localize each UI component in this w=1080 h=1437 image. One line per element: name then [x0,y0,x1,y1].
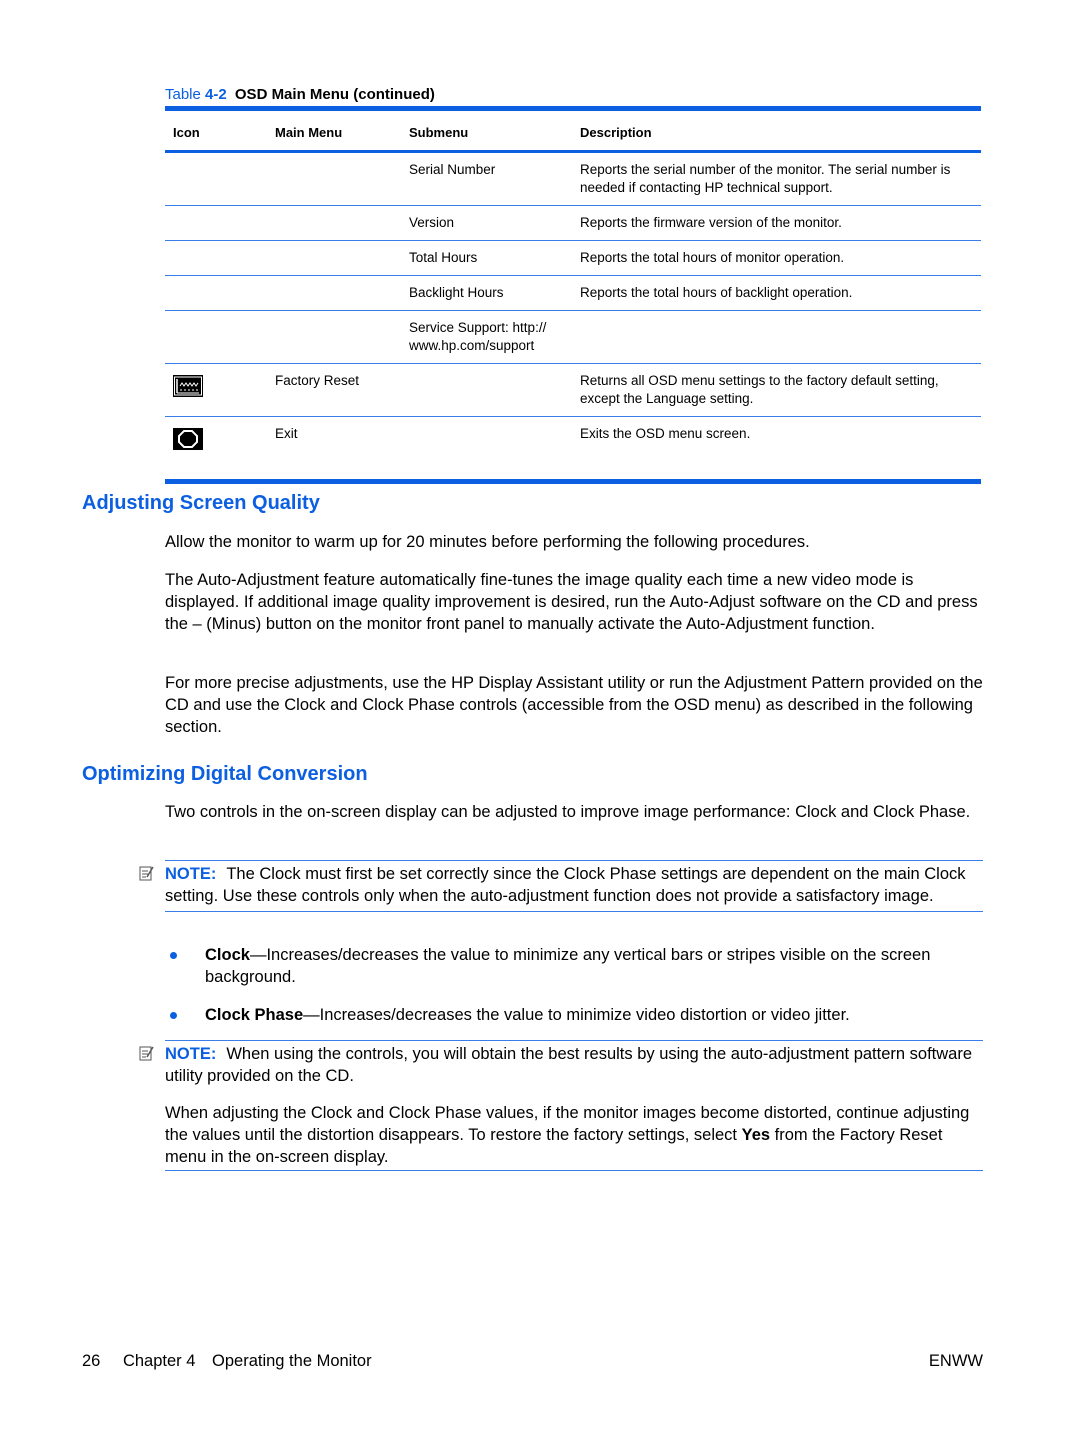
bullet-text: —Increases/decreases the value to minimi… [205,946,931,986]
header-main-menu: Main Menu [259,106,395,153]
table-caption: Table 4-2 OSD Main Menu (continued) [165,86,435,103]
bullet-icon [170,952,177,959]
note-label: NOTE: [165,865,217,883]
table-row: Exit Exits the OSD menu screen. [165,416,981,484]
footer-chapter: Chapter 4 [122,1352,196,1370]
bullet-term: Clock Phase [205,1006,304,1024]
heading-adjusting-screen-quality: Adjusting Screen Quality [82,492,320,514]
heading-optimizing-digital-conversion: Optimizing Digital Conversion [82,763,368,785]
bullet-term: Clock [205,946,250,964]
list-item: Clock—Increases/decreases the value to m… [170,944,983,988]
paragraph-warm-up: Allow the monitor to warm up for 20 minu… [165,533,810,551]
note-label: NOTE: [165,1045,217,1063]
note-clock-setting: NOTE: The Clock must first be set correct… [139,860,983,912]
table-row: Service Support: http:// www.hp.com/supp… [165,310,981,364]
table-row: Backlight Hours Reports the total hours … [165,275,981,311]
bullet-text: —Increases/decreases the value to minimi… [303,1006,850,1024]
table-caption-number: Table 4-2 [165,86,227,103]
paragraph-two-controls: Two controls in the on-screen display ca… [165,803,971,821]
factory-reset-icon [173,375,203,397]
note-text: The Clock must first be set correctly si… [165,865,966,905]
table-row: Version Reports the firmware version of … [165,205,981,241]
footer-chapter-title: Operating the Monitor [212,1352,372,1370]
page-number: 26 [82,1352,101,1370]
header-icon: Icon [165,106,259,153]
footer-right: ENWW [928,1352,983,1370]
paragraph-restore-factory: When adjusting the Clock and Clock Phase… [165,1102,983,1171]
note-text: When using the controls, you will obtain… [165,1045,973,1085]
table-row: Factory Reset Returns all OSD menu setti… [165,363,981,417]
osd-main-menu-table: Icon Main Menu Submenu Description Seria… [165,106,981,484]
note-icon [139,866,154,881]
header-description: Description [572,106,981,153]
note-controls: NOTE: When using the controls, you will o… [139,1040,983,1087]
yes-keyword: Yes [741,1126,771,1144]
table-row: Total Hours Reports the total hours of m… [165,240,981,276]
header-submenu: Submenu [395,106,572,153]
paragraph-auto-adjustment: The Auto-Adjustment feature automaticall… [165,571,978,633]
table-caption-title: OSD Main Menu (continued) [234,86,435,103]
paragraph-precise-adjustments: For more precise adjustments, use the HP… [165,674,983,736]
footer-left: 26 Chapter 4 Operating the Monitor [82,1352,372,1371]
exit-icon [173,428,203,450]
note-icon [139,1046,154,1061]
table-header-row: Icon Main Menu Submenu Description [165,106,981,153]
bullet-icon [170,1012,177,1019]
table-row: Serial Number Reports the serial number … [165,151,981,206]
list-item: Clock Phase—Increases/decreases the valu… [170,1004,983,1026]
